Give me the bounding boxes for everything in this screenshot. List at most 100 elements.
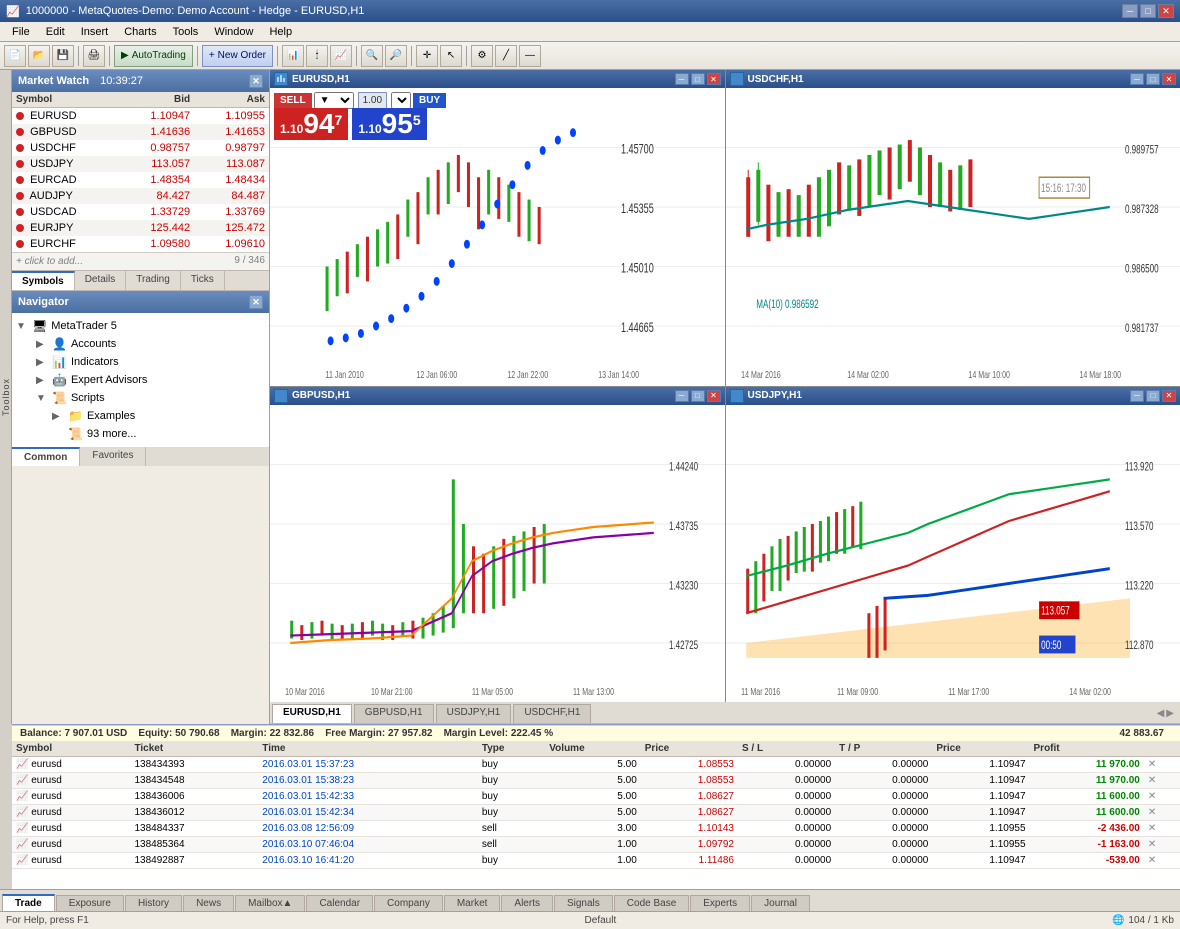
trade-dropdown[interactable]: ▼ [314,92,354,109]
market-watch-row[interactable]: USDJPY 113.057 113.087 [12,156,269,172]
market-watch-row[interactable]: USDCAD 1.33729 1.33769 [12,204,269,220]
market-watch-row[interactable]: AUDJPY 84.427 84.487 [12,188,269,204]
buy-button[interactable]: BUY [413,93,446,108]
navigator-close-button[interactable]: ✕ [249,295,263,309]
pos-close-btn[interactable]: ✕ [1144,853,1180,869]
chart-usdjpy-maximize[interactable]: □ [1146,390,1160,402]
market-watch-row[interactable]: EURUSD 1.10947 1.10955 [12,108,269,125]
chart-gbpusd-minimize[interactable]: ─ [675,390,689,402]
chart-usdchf-minimize[interactable]: ─ [1130,73,1144,85]
new-order-button[interactable]: + New Order [202,45,273,67]
btm-tab-calendar[interactable]: Calendar [306,895,373,911]
pos-close-btn[interactable]: ✕ [1144,821,1180,837]
btm-tab-journal[interactable]: Journal [751,895,810,911]
toolbar-cursor[interactable]: ↖ [440,45,462,67]
toolbar-new-btn[interactable]: 📄 [4,45,26,67]
btm-tab-news[interactable]: News [183,895,234,911]
btm-tab-trade[interactable]: Trade [2,894,55,911]
btm-tab-mailbox[interactable]: Mailbox▲ [235,895,305,911]
toolbar-zoom-out[interactable]: 🔎 [385,45,407,67]
toolbar-hline[interactable]: — [519,45,541,67]
sell-button[interactable]: SELL [274,93,312,108]
toolbar-trendline[interactable]: ╱ [495,45,517,67]
menu-charts[interactable]: Charts [116,24,164,40]
chart-eurusd-close[interactable]: ✕ [707,73,721,85]
chart-usdjpy-close[interactable]: ✕ [1162,390,1176,402]
maximize-button[interactable]: □ [1140,4,1156,18]
menu-window[interactable]: Window [206,24,261,40]
autotrading-button[interactable]: ▶ AutoTrading [114,45,193,67]
market-watch-row[interactable]: EURCHF 1.09580 1.09610 [12,236,269,252]
chart-tab-usdjpy[interactable]: USDJPY,H1 [436,704,512,723]
close-window-button[interactable]: ✕ [1158,4,1174,18]
market-watch-row[interactable]: GBPUSD 1.41636 1.41653 [12,124,269,140]
chart-scroll-right[interactable]: ▶ [1166,708,1174,719]
toolbar-period-sep[interactable]: ⚙ [471,45,493,67]
tab-ticks[interactable]: Ticks [181,271,225,290]
tree-item-more[interactable]: 📜 93 more... [16,425,265,443]
chart-usdjpy-body[interactable]: 113.057 00:50 113.920 113.570 113.220 11… [726,405,1180,703]
tab-details[interactable]: Details [75,271,127,290]
pos-close-btn[interactable]: ✕ [1144,773,1180,789]
chart-scroll-left[interactable]: ◀ [1157,708,1165,719]
tree-item-scripts[interactable]: ▼ 📜 Scripts [16,389,265,407]
btm-tab-signals[interactable]: Signals [554,895,613,911]
chart-gbpusd-close[interactable]: ✕ [707,390,721,402]
toolbar-chart-bar[interactable]: 📊 [282,45,304,67]
toolbar-save-btn[interactable]: 💾 [52,45,74,67]
market-watch-row[interactable]: EURCAD 1.48354 1.48434 [12,172,269,188]
pos-close-btn[interactable]: ✕ [1144,805,1180,821]
tree-item-examples[interactable]: ▶ 📁 Examples [16,407,265,425]
menu-insert[interactable]: Insert [73,24,117,40]
toolbar-open-btn[interactable]: 📂 [28,45,50,67]
menu-file[interactable]: File [4,24,38,40]
toolbar-print-btn[interactable]: 🖨 [83,45,105,67]
tab-trading[interactable]: Trading [126,271,181,290]
market-watch-close-button[interactable]: ✕ [249,74,263,88]
pos-close-btn[interactable]: ✕ [1144,757,1180,773]
minimize-button[interactable]: ─ [1122,4,1138,18]
market-watch-row[interactable]: USDCHF 0.98757 0.98797 [12,140,269,156]
chart-usdchf-body[interactable]: MA(10) 0.986592 15:16: 17:30 0.989757 0.… [726,88,1180,386]
chart-tab-eurusd[interactable]: EURUSD,H1 [272,704,352,723]
chart-gbpusd-body[interactable]: 1.44240 1.43735 1.43230 1.42725 10 Mar 2… [270,405,725,703]
menu-edit[interactable]: Edit [38,24,73,40]
mw-ask-cell: 1.41653 [194,124,269,140]
toolbar-chart-candlestick[interactable]: 🕯 [306,45,328,67]
chart-eurusd-minimize[interactable]: ─ [675,73,689,85]
pos-close-btn[interactable]: ✕ [1144,789,1180,805]
chart-eurusd-body[interactable]: SELL ▼ 1.00 ▲ BUY [270,88,725,386]
market-watch-add[interactable]: + click to add... [12,253,87,270]
chart-usdjpy-minimize[interactable]: ─ [1130,390,1144,402]
chart-eurusd-titlebar: EURUSD,H1 ─ □ ✕ [270,70,725,88]
btm-tab-codebase[interactable]: Code Base [614,895,689,911]
tree-item-indicators[interactable]: ▶ 📊 Indicators [16,353,265,371]
nav-tab-common[interactable]: Common [12,447,80,466]
chart-usdchf-close[interactable]: ✕ [1162,73,1176,85]
chart-gbpusd-maximize[interactable]: □ [691,390,705,402]
nav-tab-favorites[interactable]: Favorites [80,447,146,466]
toolbox-side[interactable]: Toolbox [0,70,12,724]
toolbar-chart-line[interactable]: 📈 [330,45,352,67]
tree-item-experts[interactable]: ▶ 🤖 Expert Advisors [16,371,265,389]
btm-tab-market[interactable]: Market [444,895,501,911]
tree-item-metatrader5[interactable]: ▼ 🖥 MetaTrader 5 [16,317,265,335]
btm-tab-history[interactable]: History [125,895,182,911]
btm-tab-alerts[interactable]: Alerts [501,895,553,911]
tree-item-accounts[interactable]: ▶ 👤 Accounts [16,335,265,353]
menu-help[interactable]: Help [261,24,300,40]
toolbar-zoom-in[interactable]: 🔍 [361,45,383,67]
btm-tab-experts[interactable]: Experts [690,895,750,911]
chart-tab-usdchf[interactable]: USDCHF,H1 [513,704,591,723]
lot-dropdown[interactable]: ▲ [391,92,411,109]
menu-tools[interactable]: Tools [165,24,207,40]
chart-tab-gbpusd[interactable]: GBPUSD,H1 [354,704,434,723]
btm-tab-company[interactable]: Company [374,895,443,911]
btm-tab-exposure[interactable]: Exposure [56,895,124,911]
chart-usdchf-maximize[interactable]: □ [1146,73,1160,85]
chart-eurusd-maximize[interactable]: □ [691,73,705,85]
market-watch-row[interactable]: EURJPY 125.442 125.472 [12,220,269,236]
tab-symbols[interactable]: Symbols [12,271,75,290]
pos-close-btn[interactable]: ✕ [1144,837,1180,853]
toolbar-crosshair[interactable]: ✛ [416,45,438,67]
